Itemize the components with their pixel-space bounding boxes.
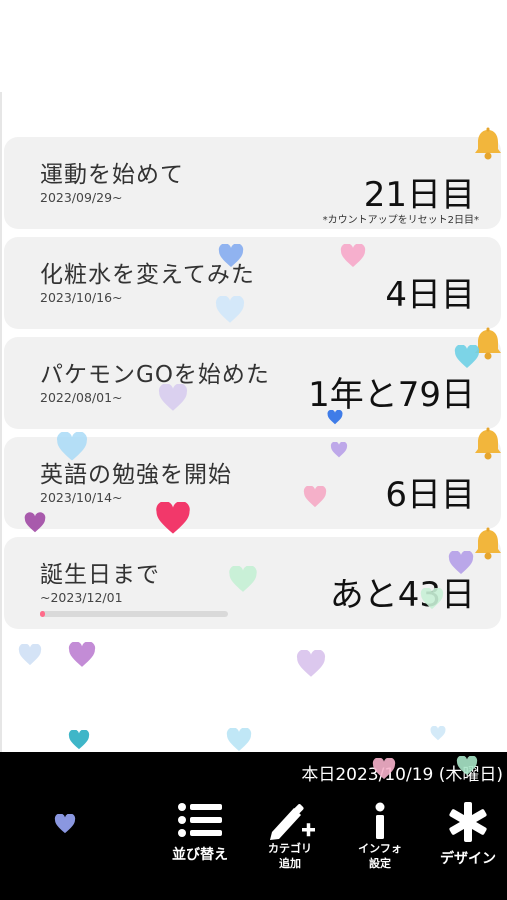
card-date: ~2023/12/01 — [40, 590, 123, 605]
countdown-progress-bar — [40, 611, 228, 617]
card-title: 誕生日まで — [40, 562, 160, 588]
card-title: 運動を始めて — [40, 162, 184, 188]
heart-decoration-icon — [18, 644, 42, 666]
card-count: 6日目 — [385, 475, 475, 515]
heart-decoration-icon — [54, 814, 76, 834]
card-count: 4日目 — [385, 275, 475, 315]
card-reset-note: *カウントアップをリセット2日目* — [322, 215, 479, 226]
counter-card[interactable]: パケモンGOを始めた 2022/08/01~ 1年と79日 — [4, 327, 501, 429]
countdown-progress-fill — [40, 611, 45, 617]
add-category-label-line1: カテゴリ — [268, 842, 312, 855]
sort-button-label: 並び替え — [172, 847, 228, 863]
bell-icon[interactable] — [471, 527, 505, 561]
heart-decoration-icon — [68, 730, 90, 750]
add-category-button[interactable]: カテゴリ 追加 — [250, 802, 330, 892]
card-date: 2023/10/14~ — [40, 490, 123, 505]
heart-decoration-icon — [24, 512, 46, 533]
info-settings-label-line1: インフォ — [358, 842, 402, 855]
add-category-label-line2: 追加 — [279, 857, 301, 870]
pencil-plus-icon — [270, 804, 315, 840]
list-icon — [178, 803, 222, 837]
list-left-edge — [0, 92, 2, 752]
counter-card[interactable]: 化粧水を変えてみた 2023/10/16~ 4日目 — [4, 237, 501, 329]
heart-decoration-icon — [448, 551, 474, 574]
card-title: パケモンGOを始めた — [40, 362, 270, 388]
design-button[interactable]: デザイン — [428, 802, 507, 892]
heart-decoration-icon — [430, 726, 446, 741]
asterisk-icon — [449, 802, 487, 842]
heart-decoration-icon — [456, 756, 478, 776]
design-button-label: デザイン — [440, 851, 496, 867]
sort-button[interactable]: 並び替え — [160, 802, 240, 892]
info-icon — [375, 802, 385, 839]
bell-icon[interactable] — [471, 127, 505, 161]
card-date: 2022/08/01~ — [40, 390, 123, 405]
heart-decoration-icon — [296, 650, 326, 677]
heart-decoration-icon — [57, 432, 87, 461]
heart-decoration-icon — [68, 642, 96, 667]
heart-decoration-icon — [372, 758, 396, 780]
card-date: 2023/09/29~ — [40, 190, 123, 205]
heart-decoration-icon — [226, 728, 252, 751]
card-date: 2023/10/16~ — [40, 290, 123, 305]
heart-decoration-icon — [340, 244, 366, 267]
card-count: 21日目 — [363, 175, 475, 215]
heart-decoration-icon — [156, 502, 190, 534]
heart-decoration-icon — [218, 244, 244, 267]
card-count: 1年と79日 — [308, 375, 475, 415]
heart-decoration-icon — [327, 410, 343, 425]
heart-decoration-icon — [215, 296, 245, 323]
heart-decoration-icon — [229, 566, 257, 592]
bottom-toolbar: 本日2023/10/19 (木曜日) 並び替え カテゴリ 追加 インフォ 設定 — [0, 752, 507, 900]
heart-decoration-icon — [303, 486, 327, 508]
heart-decoration-icon — [454, 345, 480, 368]
heart-decoration-icon — [330, 442, 348, 458]
info-settings-button[interactable]: インフォ 設定 — [340, 802, 420, 892]
heart-decoration-icon — [158, 384, 188, 411]
info-settings-label-line2: 設定 — [369, 857, 391, 870]
counter-card[interactable]: 運動を始めて 2023/09/29~ 21日目 *カウントアップをリセット2日目… — [4, 127, 501, 229]
bell-icon[interactable] — [471, 427, 505, 461]
heart-decoration-icon — [420, 588, 444, 610]
